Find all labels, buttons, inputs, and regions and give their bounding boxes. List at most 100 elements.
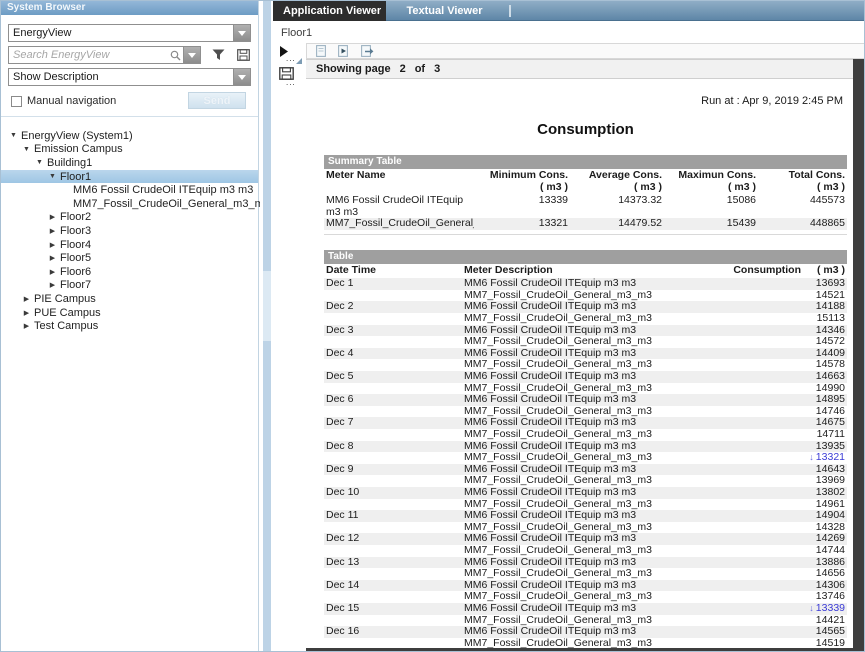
tree-expander-icon[interactable]: ▶ — [46, 213, 59, 221]
browser-controls: EnergyView Show Descri — [1, 15, 258, 117]
summary-cell: 14373.32 — [570, 195, 664, 218]
tab-textual-viewer[interactable]: Textual Viewer — [390, 1, 498, 21]
table-row: Dec 16MM6 Fossil CrudeOil ITEquip m3 m31… — [324, 626, 847, 638]
tree-item[interactable]: ▼Emission Campus — [1, 143, 258, 157]
summary-row: MM7_Fossil_CrudeOil_General_1332114479.5… — [324, 218, 847, 230]
consumption-cell: 14744 — [699, 545, 847, 557]
tree-item[interactable]: ▼Building1 — [1, 156, 258, 170]
document-icon[interactable] — [316, 45, 326, 57]
summary-cell: 13321 — [476, 218, 570, 230]
tree-item[interactable]: ▶Floor6 — [1, 265, 258, 279]
tab-application-viewer[interactable]: Application Viewer — [273, 1, 386, 21]
send-button[interactable]: Send — [188, 92, 246, 109]
tree-item[interactable]: ▶Floor5 — [1, 251, 258, 265]
system-browser-title: System Browser — [1, 1, 258, 15]
splitter-grip[interactable] — [263, 271, 271, 341]
tabbar-divider — [509, 5, 511, 17]
detail-table: Date Time Meter Description Consumption(… — [324, 264, 847, 648]
date-cell: Dec 14 — [324, 580, 462, 592]
tree-expander-icon[interactable]: ▼ — [7, 132, 20, 139]
tree-item[interactable]: MM6 Fossil CrudeOil ITEquip m3 m3 — [1, 183, 258, 197]
tree-item[interactable]: ▶Floor2 — [1, 211, 258, 225]
context-row: Floor1 — [273, 21, 865, 43]
tree-expander-icon[interactable]: ▼ — [46, 173, 59, 180]
tree-expander-icon[interactable]: ▶ — [46, 254, 59, 262]
meter-cell: MM7_Fossil_CrudeOil_General_m3_m3 — [462, 429, 699, 441]
consumption-cell: 14565 — [699, 626, 847, 638]
date-cell: Dec 1 — [324, 278, 462, 290]
report-page: Showing page 2 of 3 Run at : Apr 9, 2019… — [306, 59, 853, 648]
filter-icon[interactable] — [210, 47, 226, 63]
tree-item[interactable]: ▶PUE Campus — [1, 306, 258, 320]
tree-item-label: Floor2 — [59, 211, 91, 223]
report-control: Showing page 2 of 3 Run at : Apr 9, 2019… — [306, 43, 865, 652]
view-selector[interactable]: EnergyView — [8, 24, 251, 42]
system-browser-panel: System Browser EnergyView — [1, 1, 259, 651]
tree-item[interactable]: ▼Floor1 — [1, 170, 258, 184]
search-input[interactable] — [9, 47, 167, 63]
description-selector[interactable]: Show Description — [8, 68, 251, 86]
date-cell — [324, 545, 462, 557]
tree-expander-icon[interactable]: ▼ — [33, 159, 46, 166]
tree-item-label: Building1 — [46, 157, 92, 169]
meter-cell: MM7_Fossil_CrudeOil_General_m3_m3 — [462, 313, 699, 325]
date-cell — [324, 568, 462, 580]
consumption-cell: 14519 — [699, 638, 847, 648]
document-export-icon[interactable] — [361, 45, 374, 57]
run-options-dots: ... — [286, 56, 296, 62]
tree-expander-icon[interactable]: ▶ — [46, 227, 59, 235]
tree-item[interactable]: ▶Floor3 — [1, 224, 258, 238]
consumption-cell: 14711 — [699, 429, 847, 441]
context-label: Floor1 — [273, 21, 865, 39]
tree-item[interactable]: ▶Floor7 — [1, 279, 258, 293]
meter-cell: MM7_Fossil_CrudeOil_General_m3_m3 — [462, 638, 699, 648]
search-dropdown-icon[interactable] — [183, 47, 200, 63]
chevron-down-icon[interactable] — [233, 25, 250, 41]
tree-item[interactable]: ▶PIE Campus — [1, 292, 258, 306]
consumption-cell: 14656 — [699, 568, 847, 580]
table-row: MM7_Fossil_CrudeOil_General_m3_m315113 — [324, 313, 847, 325]
meter-cell: MM7_Fossil_CrudeOil_General_m3_m3 — [462, 545, 699, 557]
minimum-value: 13339 — [816, 602, 845, 614]
meter-cell: MM6 Fossil CrudeOil ITEquip m3 m3 — [462, 626, 699, 638]
summary-cell: 445573 — [758, 195, 847, 218]
tree-expander-icon[interactable]: ▶ — [20, 322, 33, 330]
date-cell: Dec 13 — [324, 557, 462, 569]
tree-expander-icon[interactable]: ▶ — [46, 268, 59, 276]
tree-item-label: Floor4 — [59, 239, 91, 251]
tree-expander-icon[interactable]: ▼ — [20, 146, 33, 153]
manual-navigation-checkbox[interactable] — [11, 96, 22, 107]
tree-expander-icon[interactable]: ▶ — [20, 309, 33, 317]
meter-cell: MM7_Fossil_CrudeOil_General_m3_m3 — [462, 568, 699, 580]
date-cell: Dec 15 — [324, 603, 462, 615]
save-report-button[interactable]: ... — [279, 67, 305, 86]
tree-expander-icon[interactable]: ▶ — [46, 241, 59, 249]
tree-item-label: Emission Campus — [33, 143, 123, 155]
tree-expander-icon[interactable]: ▶ — [46, 281, 59, 289]
chevron-down-icon[interactable] — [233, 69, 250, 85]
save-options-dots: ... — [286, 80, 296, 86]
document-play-icon[interactable] — [338, 45, 349, 57]
page-status-of: of — [415, 63, 425, 75]
search-icon — [167, 47, 183, 63]
run-report-button[interactable]: ... — [279, 46, 305, 65]
date-cell — [324, 638, 462, 648]
save-filter-icon[interactable] — [235, 47, 251, 63]
tree-item[interactable]: ▶Test Campus — [1, 319, 258, 333]
panel-splitter[interactable] — [260, 1, 273, 652]
tree-item[interactable]: ▼EnergyView (System1) — [1, 129, 258, 143]
date-cell: Dec 10 — [324, 487, 462, 499]
summary-table-header: Summary Table — [324, 155, 847, 169]
tree-item-label: MM7_Fossil_CrudeOil_General_m3_m3 — [72, 198, 270, 210]
summary-col-total: Total Cons.( m3 ) — [758, 169, 847, 195]
summary-cell: 15439 — [664, 218, 758, 230]
tree-item-label: Floor3 — [59, 225, 91, 237]
tree-expander-icon[interactable]: ▶ — [20, 295, 33, 303]
summary-cell: 15086 — [664, 195, 758, 218]
tree-item[interactable]: MM7_Fossil_CrudeOil_General_m3_m3 — [1, 197, 258, 211]
report-viewport: Showing page 2 of 3 Run at : Apr 9, 2019… — [306, 59, 865, 652]
date-cell: Dec 11 — [324, 510, 462, 522]
tree-item[interactable]: ▶Floor4 — [1, 238, 258, 252]
page-status-prefix: Showing page — [316, 63, 391, 75]
search-box — [8, 46, 201, 64]
